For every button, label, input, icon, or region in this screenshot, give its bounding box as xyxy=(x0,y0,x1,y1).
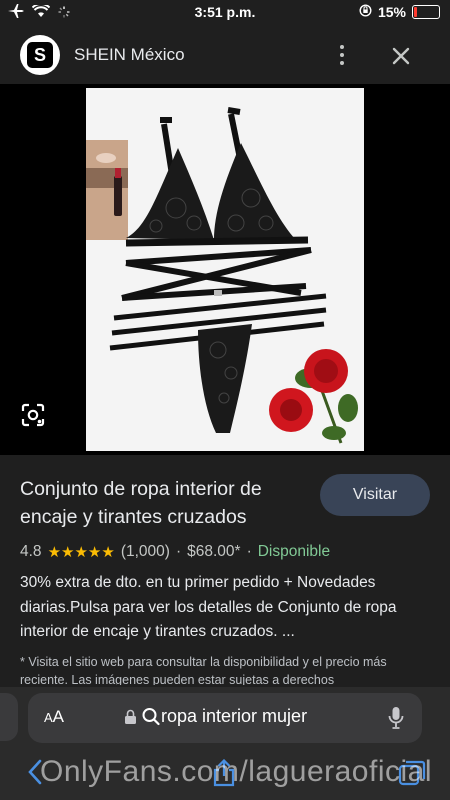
rating-stars: ★★★★★ xyxy=(47,544,115,561)
disclaimer-note: * Visita el sitio web para consultar la … xyxy=(20,655,387,685)
reader-options-button[interactable]: AA xyxy=(44,707,64,727)
product-meta: 4.8 ★★★★★ (1,000) · $68.00* · Disponible xyxy=(20,543,330,561)
product-price: $68.00* xyxy=(187,543,241,560)
microphone-icon[interactable] xyxy=(388,706,404,735)
site-logo[interactable]: S xyxy=(20,35,60,75)
visit-button[interactable]: Visitar xyxy=(320,474,430,516)
availability-status: Disponible xyxy=(257,543,331,560)
product-description: 30% extra de dto. en tu primer pedido + … xyxy=(20,574,397,640)
search-icon xyxy=(142,707,160,732)
site-name[interactable]: SHEIN México xyxy=(74,45,185,65)
product-info: Conjunto de ropa interior de encaje y ti… xyxy=(0,455,450,687)
battery-icon xyxy=(412,5,440,19)
battery-percent: 15% xyxy=(377,4,406,20)
meta-separator-2: · xyxy=(246,543,252,560)
battery-level xyxy=(414,7,417,17)
product-image[interactable] xyxy=(86,88,364,451)
header: S SHEIN México xyxy=(0,26,450,84)
product-image-area xyxy=(0,84,450,455)
address-bar[interactable]: AA ropa interior mujer xyxy=(28,693,422,743)
previous-tab-preview[interactable] xyxy=(0,693,18,741)
watermark-text: OnlyFans.com/lagueraoficial xyxy=(40,755,433,788)
product-title[interactable]: Conjunto de ropa interior de encaje y ti… xyxy=(20,475,310,531)
more-options-icon[interactable] xyxy=(332,42,352,68)
review-count: (1,000) xyxy=(120,543,170,560)
magazine-photo xyxy=(86,140,128,240)
orientation-lock-icon xyxy=(359,4,372,20)
meta-separator: · xyxy=(175,543,182,560)
lock-icon xyxy=(124,709,137,730)
rating-value: 4.8 xyxy=(20,543,42,560)
status-bar: 3:51 p.m. 15% xyxy=(0,0,450,26)
google-lens-icon[interactable] xyxy=(20,402,46,428)
close-icon[interactable] xyxy=(388,43,414,69)
status-right: 15% xyxy=(359,4,440,20)
logo-letter: S xyxy=(27,42,53,68)
address-query: ropa interior mujer xyxy=(161,706,308,726)
